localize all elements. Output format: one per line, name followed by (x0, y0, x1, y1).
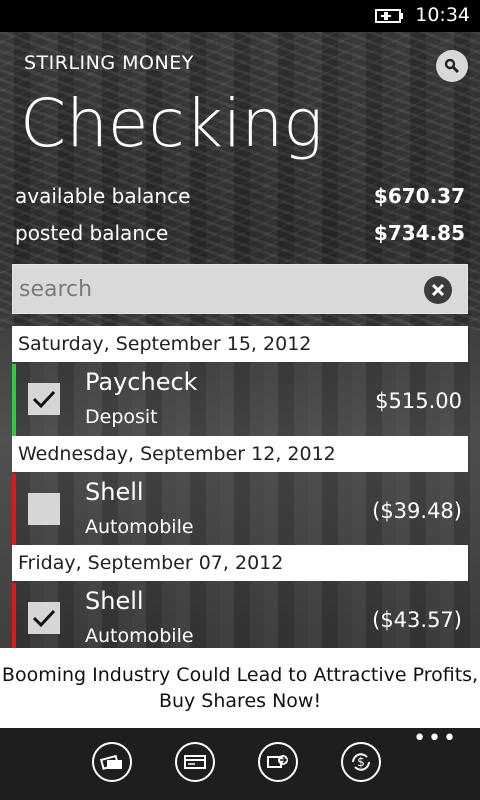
transaction-amount: ($39.48) (372, 499, 462, 523)
transaction-row[interactable]: Paycheck Deposit $515.00 (12, 364, 468, 437)
status-indicator-bar (12, 364, 16, 437)
reconciled-checkbox[interactable] (28, 602, 60, 634)
more-menu-button[interactable]: ••• (413, 728, 458, 750)
available-balance-value: $670.37 (373, 184, 465, 208)
transaction-list[interactable]: Saturday, September 15, 2012 Paycheck De… (12, 326, 468, 648)
payee-name: Shell (85, 478, 144, 506)
payee-name: Shell (85, 587, 144, 615)
page-title: Checking (20, 85, 323, 162)
check-icon (32, 609, 56, 628)
close-icon (431, 283, 445, 297)
search-input[interactable]: search (12, 264, 468, 314)
status-bar: 10:34 (0, 0, 480, 32)
ad-banner[interactable]: Booming Industry Could Lead to Attractiv… (0, 648, 480, 728)
date-header: Wednesday, September 12, 2012 (12, 436, 468, 472)
ad-text-line2: Buy Shares Now! (158, 690, 322, 712)
credit-card-icon (184, 755, 206, 769)
dollar-refresh-icon: $ (352, 753, 370, 771)
transfer-button[interactable] (258, 742, 298, 782)
category-name: Deposit (85, 406, 158, 428)
application-bar: $ ••• (0, 728, 480, 800)
date-header: Saturday, September 15, 2012 (12, 326, 468, 362)
sync-button[interactable]: $ (341, 742, 381, 782)
money-transfer-icon (267, 755, 288, 768)
transaction-amount: $515.00 (375, 389, 462, 413)
accounts-button[interactable] (92, 742, 132, 782)
ad-text-line1: Booming Industry Could Lead to Attractiv… (1, 664, 479, 686)
search-placeholder: search (19, 277, 93, 302)
available-balance-row: available balance $670.37 (15, 184, 465, 214)
transactions-button[interactable] (175, 742, 215, 782)
search-icon (444, 58, 460, 74)
cards-icon (100, 754, 122, 770)
posted-balance-label: posted balance (15, 221, 169, 245)
payee-name: Paycheck (85, 368, 198, 396)
transaction-row[interactable]: Shell Automobile ($43.57) (12, 583, 468, 648)
check-icon (32, 390, 56, 409)
search-button[interactable] (436, 50, 468, 82)
clock: 10:34 (415, 4, 470, 26)
svg-text:$: $ (357, 755, 365, 769)
transaction-amount: ($43.57) (372, 608, 462, 632)
status-indicator-bar (12, 474, 16, 547)
date-header: Friday, September 07, 2012 (12, 545, 468, 581)
transaction-row[interactable]: Shell Automobile ($39.48) (12, 474, 468, 547)
available-balance-label: available balance (15, 184, 191, 208)
category-name: Automobile (85, 625, 194, 647)
reconciled-checkbox[interactable] (28, 383, 60, 415)
battery-charging-icon (375, 9, 403, 23)
category-name: Automobile (85, 516, 194, 538)
posted-balance-row: posted balance $734.85 (15, 221, 465, 251)
reconciled-checkbox[interactable] (28, 493, 60, 525)
clear-search-button[interactable] (424, 276, 452, 304)
status-indicator-bar (12, 583, 16, 648)
posted-balance-value: $734.85 (373, 221, 465, 245)
app-name: STIRLING MONEY (24, 52, 194, 74)
